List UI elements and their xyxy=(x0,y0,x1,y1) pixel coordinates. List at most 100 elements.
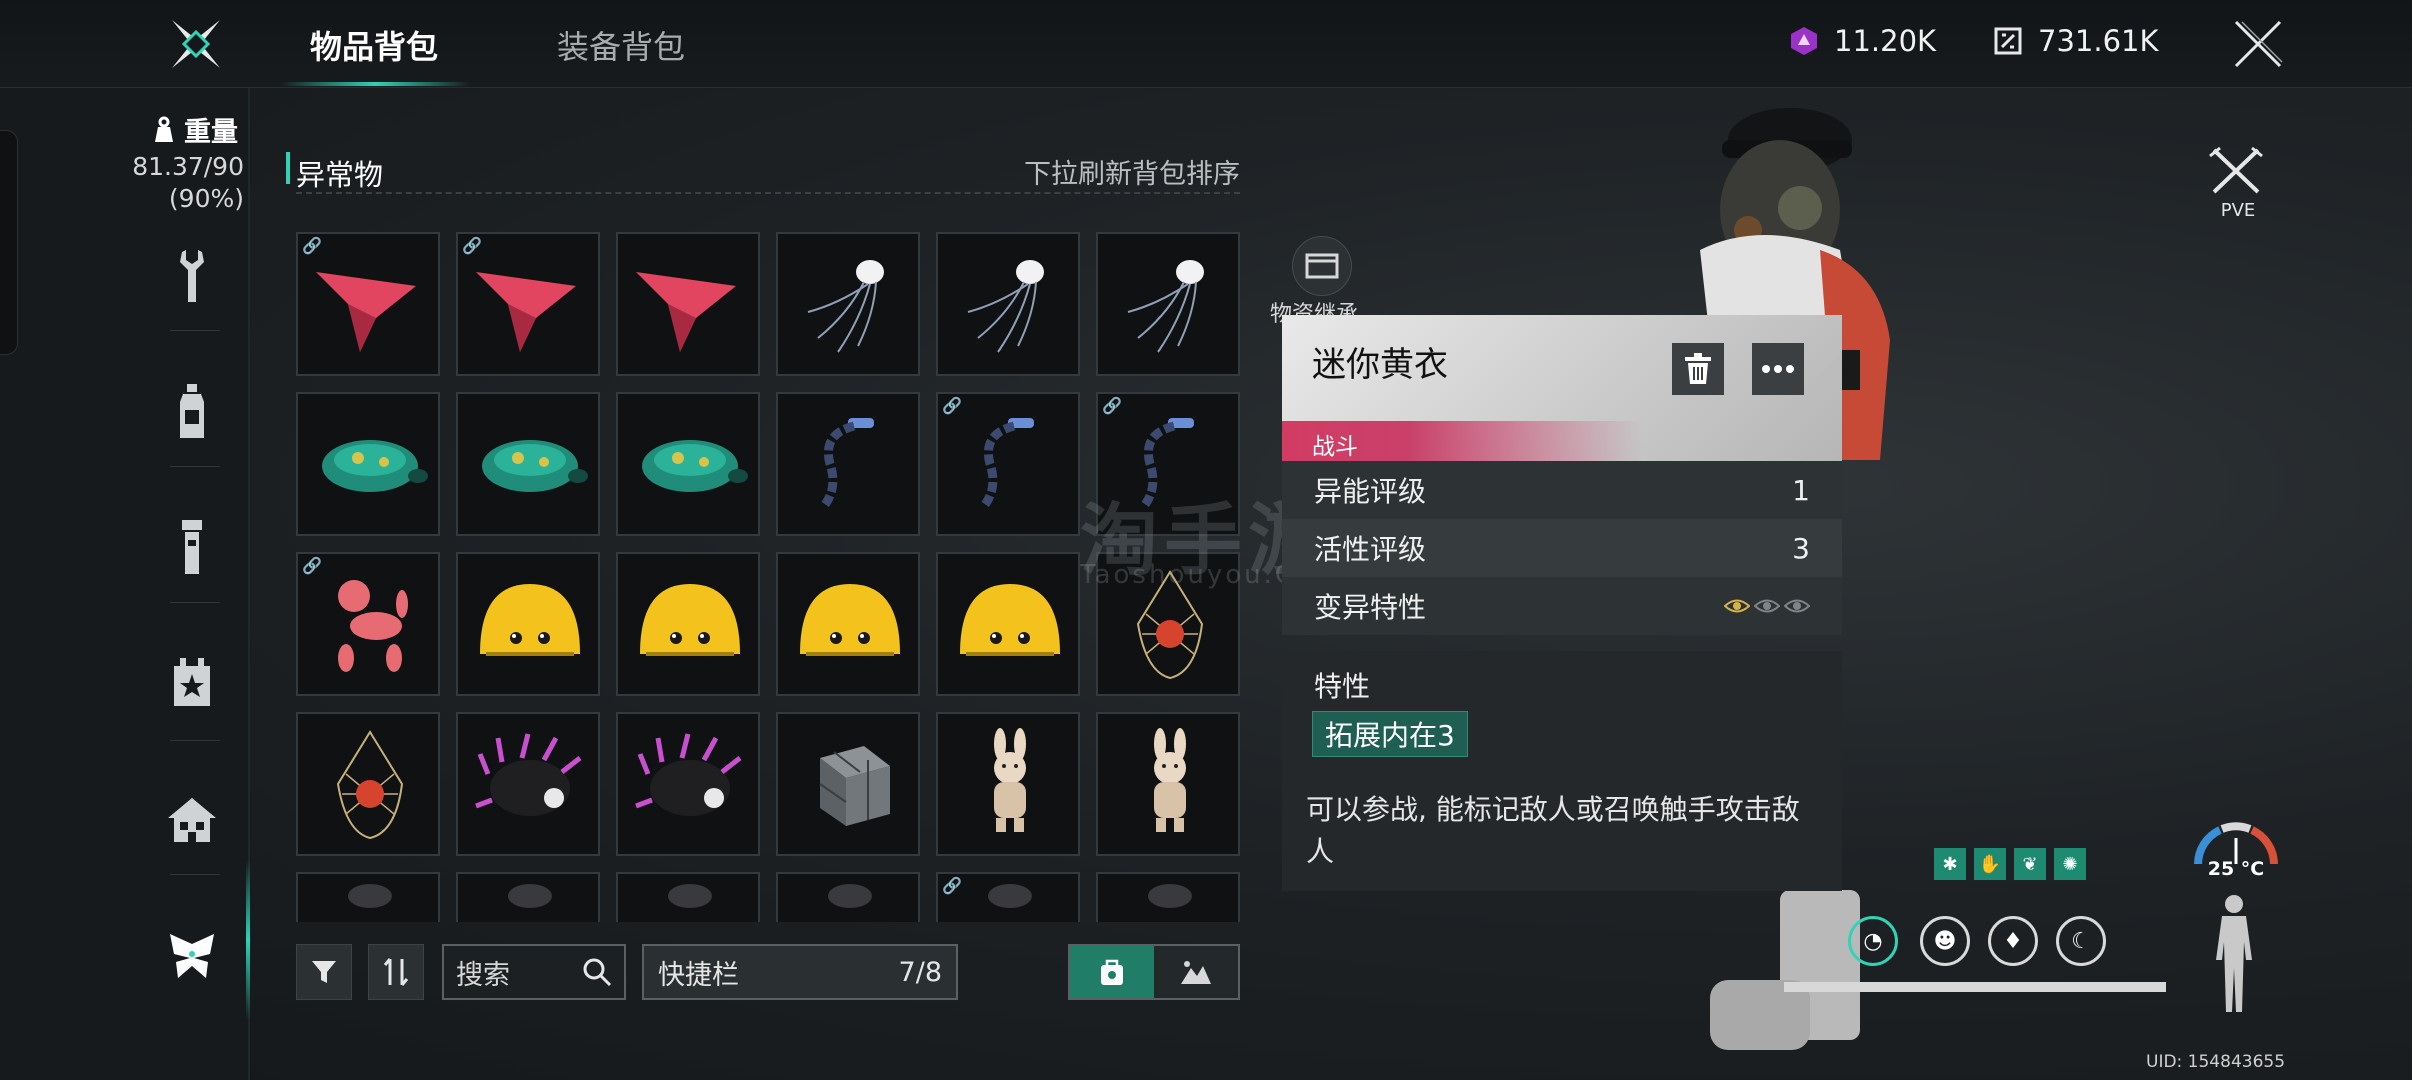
inventory-slot-yellow-blob[interactable] xyxy=(776,552,920,696)
toggle-inventory[interactable] xyxy=(1070,946,1154,998)
materials-inherit-button[interactable] xyxy=(1292,236,1352,296)
trash-icon xyxy=(1685,353,1711,384)
sort-icon xyxy=(383,958,409,986)
jellyfish-icon xyxy=(967,260,1044,353)
bunny-icon xyxy=(994,728,1026,832)
stat-value: 3 xyxy=(1792,531,1810,565)
more-options-button[interactable] xyxy=(1752,343,1804,395)
sort-button[interactable] xyxy=(368,944,424,1000)
status-spider: ✺ xyxy=(2054,848,2086,880)
tab-item-bag[interactable]: 物品背包 xyxy=(310,22,438,68)
stat-label: 活性评级 xyxy=(1314,533,1427,566)
inventory-slot-turtle[interactable] xyxy=(616,392,760,536)
body-silhouette-icon[interactable] xyxy=(2212,894,2256,1014)
rail-item-deviants[interactable] xyxy=(160,924,224,988)
stat-row-mutation: 变异特性 xyxy=(1282,577,1842,635)
inventory-slot-net-bag[interactable] xyxy=(296,712,440,856)
close-icon xyxy=(2234,20,2283,68)
more-icon xyxy=(1762,365,1794,373)
rail-item-consumables[interactable] xyxy=(160,380,224,444)
inventory-slot-partial[interactable] xyxy=(616,872,760,922)
rail-item-materials[interactable] xyxy=(160,516,224,580)
pve-button[interactable] xyxy=(2208,146,2264,200)
inventory-slot-jellyfish[interactable] xyxy=(1096,232,1240,376)
inventory-slot-partial[interactable] xyxy=(776,872,920,922)
stat-label: 变异特性 xyxy=(1314,591,1427,624)
inventory-slot-balloon-dog[interactable]: 🔗 xyxy=(296,552,440,696)
currency-token: 731.61K xyxy=(1992,24,2159,58)
token-amount: 731.61K xyxy=(2038,24,2159,58)
inventory-slot-partial[interactable] xyxy=(296,872,440,922)
toggle-scene[interactable] xyxy=(1154,946,1238,998)
partial-icon xyxy=(668,884,712,908)
search-field[interactable]: 搜索 xyxy=(442,944,626,1000)
status-plant: ❦ xyxy=(2014,848,2046,880)
delete-button[interactable] xyxy=(1672,343,1724,395)
inventory-slot-bunny[interactable] xyxy=(936,712,1080,856)
inventory-slot-yellow-blob[interactable] xyxy=(616,552,760,696)
turtle-icon xyxy=(322,440,428,492)
inventory-slot-partial[interactable] xyxy=(456,872,600,922)
inventory-slot-partial[interactable]: 🔗 xyxy=(936,872,1080,922)
stat-sanity[interactable]: ☻ xyxy=(1920,916,1970,966)
rail-item-favorites[interactable] xyxy=(160,650,224,714)
yellow-blob-icon xyxy=(960,584,1060,656)
inventory-slot-kite[interactable]: 🔗 xyxy=(456,232,600,376)
flashlight-icon xyxy=(182,520,202,574)
quickbar-label: 快捷栏 xyxy=(658,959,739,991)
inventory-slot-bunny[interactable] xyxy=(1096,712,1240,856)
rail-item-housing[interactable] xyxy=(160,788,224,852)
rail-active-glow xyxy=(246,860,250,1020)
link-icon: 🔗 xyxy=(942,876,962,895)
close-button[interactable] xyxy=(2228,16,2288,72)
inventory-slot-spiky[interactable] xyxy=(456,712,600,856)
eye-filled-icon xyxy=(1724,599,1750,613)
inventory-slot-chain[interactable]: 🔗 xyxy=(936,392,1080,536)
stomach-icon: ◔ xyxy=(1863,928,1883,954)
turtle-icon xyxy=(642,440,748,492)
spiky-icon xyxy=(475,733,582,816)
inventory-slot-spiky[interactable] xyxy=(616,712,760,856)
section-accent xyxy=(286,152,290,184)
stat-energy[interactable]: ☾ xyxy=(2056,916,2106,966)
tab-equipment-bag[interactable]: 装备背包 xyxy=(557,22,685,68)
link-icon: 🔗 xyxy=(942,396,962,415)
spider-icon: ✺ xyxy=(2062,853,2078,875)
chain-icon xyxy=(980,418,1034,509)
inventory-slot-yellow-blob[interactable] xyxy=(456,552,600,696)
net-bag-icon xyxy=(336,730,404,840)
kite-icon xyxy=(316,272,416,352)
bug-icon: ✱ xyxy=(1942,853,1958,875)
inventory-slot-cube[interactable] xyxy=(776,712,920,856)
item-detail-card: 迷你黄衣 战斗 异能评级 1 活性评级 3 变异特性 特性 拓展内在3 可以参战… xyxy=(1282,315,1842,891)
balloon-dog-icon xyxy=(338,580,408,672)
quickbar-button[interactable]: 快捷栏 7/8 xyxy=(642,944,958,1000)
inventory-slot-chain[interactable] xyxy=(776,392,920,536)
wrench-icon xyxy=(180,250,204,302)
inventory-slot-kite[interactable] xyxy=(616,232,760,376)
eye-empty-icon xyxy=(1754,599,1780,613)
filter-button[interactable] xyxy=(296,944,352,1000)
gear-token-icon xyxy=(1994,27,2022,55)
inventory-slot-kite[interactable]: 🔗 xyxy=(296,232,440,376)
inventory-slot-jellyfish[interactable] xyxy=(936,232,1080,376)
cube-icon xyxy=(819,746,890,826)
inventory-slot-partial[interactable] xyxy=(1096,872,1240,922)
trait-chip[interactable]: 拓展内在3 xyxy=(1312,711,1468,757)
spiky-icon xyxy=(635,733,742,816)
yellow-blob-icon xyxy=(640,584,740,656)
inventory-slot-yellow-blob[interactable] xyxy=(936,552,1080,696)
inventory-slot-turtle[interactable] xyxy=(456,392,600,536)
inventory-slot-turtle[interactable] xyxy=(296,392,440,536)
turtle-icon xyxy=(482,440,588,492)
inventory-slot-jellyfish[interactable] xyxy=(776,232,920,376)
rail-item-tools[interactable] xyxy=(160,244,224,308)
stat-thirst[interactable]: ♦ xyxy=(1988,916,2038,966)
stat-hunger[interactable]: ◔ xyxy=(1848,916,1898,966)
bag-icon xyxy=(1101,959,1123,985)
status-bug: ✱ xyxy=(1934,848,1966,880)
user-id: UID: 154843655 xyxy=(2146,1052,2286,1072)
item-description: 可以参战, 能标记敌人或召唤触手攻击敌人 xyxy=(1306,793,1800,868)
temperature-value: 25 °C xyxy=(2207,858,2265,880)
partial-icon xyxy=(508,884,552,908)
